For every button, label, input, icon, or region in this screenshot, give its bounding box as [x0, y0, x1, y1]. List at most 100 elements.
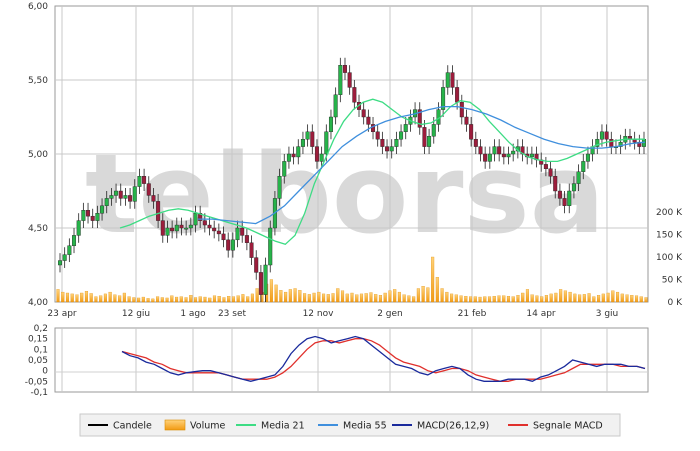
volume-bar — [402, 294, 406, 303]
volume-bar — [193, 297, 198, 303]
volume-bar — [416, 288, 420, 303]
candle-body — [282, 161, 287, 177]
candle-body — [212, 227, 217, 232]
candle-body — [221, 233, 226, 241]
volume-bar — [554, 292, 558, 303]
legend: Candele Volume Media 21 Media 55 MACD(26,12,… — [79, 413, 621, 437]
candle-body — [347, 72, 352, 88]
volume-bar — [393, 289, 397, 303]
candle-body — [305, 131, 310, 140]
legend-label: MACD(26,12,9) — [417, 421, 489, 432]
candle-body — [492, 146, 497, 155]
volume-bar — [634, 295, 639, 303]
candle-body — [193, 212, 198, 226]
macd-tick-label: 0,2 — [34, 324, 48, 334]
price-tick-label: 4,50 — [28, 224, 48, 234]
macd-tick-label: -0,1 — [30, 388, 48, 398]
candle-body — [277, 175, 282, 199]
candle-body — [431, 124, 436, 137]
volume-bar — [137, 297, 141, 303]
volume-bar — [378, 295, 383, 303]
volume-bar — [274, 284, 278, 303]
volume-bar — [75, 294, 79, 303]
volume-bar — [212, 295, 217, 303]
candle-body — [67, 245, 72, 255]
volume-bar — [573, 293, 577, 303]
price-tick-label: 5,00 — [28, 150, 48, 160]
candle-body — [156, 201, 161, 221]
candle-body — [324, 131, 329, 155]
x-tick-label: 14 apr — [526, 309, 556, 319]
candle-body — [562, 198, 567, 206]
volume-bar — [516, 295, 520, 303]
candle-body — [58, 260, 63, 266]
candle-body — [72, 235, 77, 246]
volume-bar — [412, 296, 416, 303]
volume-bar — [525, 289, 530, 303]
macd-axis: -0,1-0,0500,050,10,150,2 — [25, 324, 49, 398]
candle-body — [202, 220, 207, 226]
volume-bar — [227, 295, 231, 303]
price-tick-label: 4,00 — [28, 298, 48, 308]
candle-body — [268, 227, 273, 266]
candle-body — [90, 215, 95, 221]
candle-body — [506, 153, 511, 158]
volume-bar — [331, 293, 335, 303]
candle-body — [478, 146, 483, 155]
candle-body — [366, 116, 371, 125]
volume-bar — [559, 289, 563, 303]
candle-body — [483, 153, 488, 162]
volume-bar — [118, 295, 122, 303]
volume-tick-label: 50 K — [662, 276, 683, 286]
volume-bar — [312, 292, 316, 303]
candle-body — [455, 87, 460, 103]
volume-bar — [435, 277, 439, 303]
candle-body — [385, 146, 390, 152]
volume-bar — [340, 290, 345, 303]
volume-bar — [132, 297, 136, 303]
candle-body — [576, 171, 581, 184]
volume-tick-label: 0 K — [668, 298, 684, 308]
x-tick-label: 12 giu — [122, 309, 150, 319]
candle-body — [258, 272, 263, 295]
candle-body — [81, 210, 86, 221]
volume-bar — [222, 297, 226, 303]
macd-tick-label: 0 — [42, 367, 48, 377]
candle-body — [399, 131, 404, 140]
candle-body — [487, 153, 492, 162]
volume-bar — [445, 291, 449, 303]
candle-body — [165, 227, 170, 236]
volume-bar — [284, 291, 288, 303]
x-tick-label: 12 nov — [303, 309, 335, 319]
candle-body — [380, 138, 385, 147]
volume-bar — [326, 294, 330, 303]
volume-bar — [454, 294, 458, 303]
candle-body — [427, 136, 432, 147]
volume-bar — [141, 296, 145, 303]
legend-swatch — [164, 419, 186, 431]
volume-bar — [597, 295, 601, 303]
volume-bar — [103, 293, 107, 303]
volume-bar — [151, 298, 155, 303]
candle-body — [394, 138, 399, 147]
candle-body — [240, 227, 245, 236]
candle-body — [300, 138, 305, 147]
x-tick-label: 1 ago — [180, 309, 206, 319]
volume-bar — [364, 293, 368, 303]
volume-tick-label: 150 K — [656, 231, 683, 241]
volume-bar — [549, 293, 553, 303]
candle-body — [328, 116, 333, 133]
candle-body — [118, 190, 123, 199]
candle-body — [469, 124, 474, 140]
volume-bar — [298, 290, 302, 303]
volume-bar — [355, 294, 359, 303]
volume-bar — [431, 256, 435, 303]
volume-bar — [84, 291, 89, 303]
candle-body — [160, 220, 165, 236]
candle-body — [567, 190, 572, 207]
volume-bar — [321, 293, 326, 303]
candle-body — [473, 138, 478, 147]
candle-body — [553, 175, 558, 192]
candle-body — [581, 161, 586, 172]
volume-bar — [336, 288, 340, 303]
